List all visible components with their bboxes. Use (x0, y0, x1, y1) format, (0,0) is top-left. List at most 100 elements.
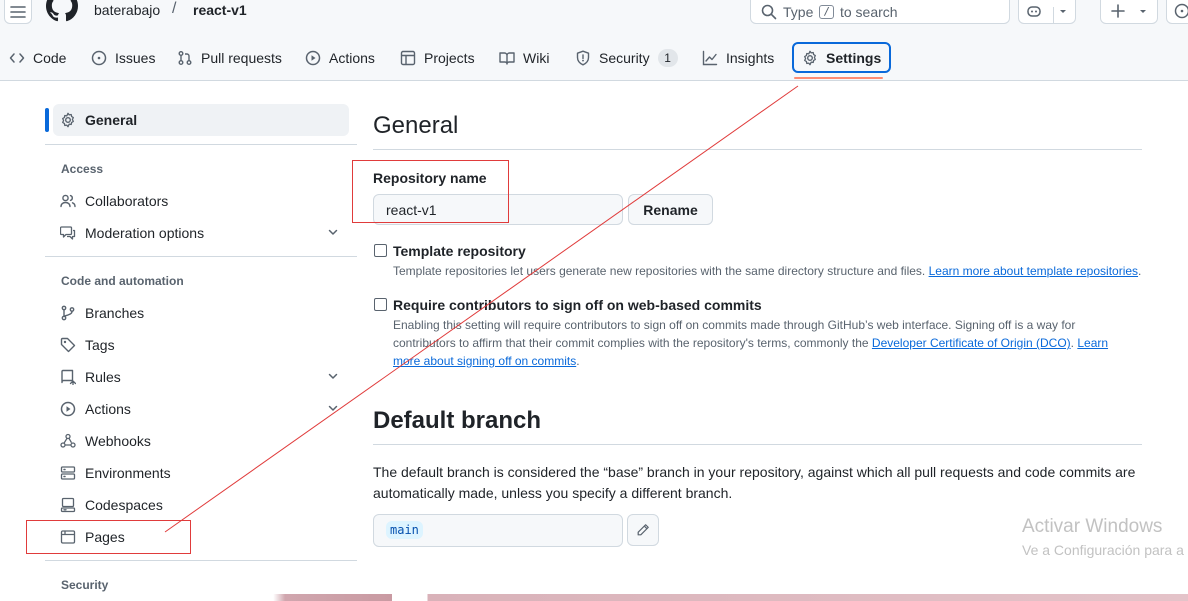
signoff-desc-line2: contributors to affirm that their commit… (393, 336, 869, 350)
sidebar-heading-security: Security (61, 578, 109, 592)
tab-security[interactable]: Security 1 (567, 42, 686, 73)
tab-actions[interactable]: Actions (297, 42, 383, 73)
security-count-badge: 1 (657, 48, 678, 67)
search-input[interactable]: Type / to search (750, 0, 1010, 24)
button-divider (1053, 7, 1054, 23)
book-icon (499, 51, 515, 65)
signoff-desc-end: . (576, 354, 580, 368)
sidebar-item-webhooks[interactable]: Webhooks (53, 425, 349, 457)
signoff-desc-mid: . (1070, 336, 1074, 350)
template-repository-checkbox[interactable] (374, 244, 387, 257)
windows-activation-watermark-subtitle: Ve a Configuración para a (1022, 542, 1184, 558)
git-branch-icon (61, 305, 75, 321)
tab-pull-requests[interactable]: Pull requests (169, 42, 290, 73)
repo-push-icon (61, 369, 76, 385)
tab-label: Pull requests (201, 49, 282, 66)
breadcrumb-repo[interactable]: react-v1 (193, 2, 247, 18)
signoff-desc-line1: Enabling this setting will require contr… (393, 318, 1076, 332)
sidebar-heading-code-automation: Code and automation (61, 274, 184, 288)
copilot-button[interactable] (1018, 0, 1076, 24)
desktop-taskbar-strip (0, 594, 1188, 601)
sidebar-item-label: Tags (85, 337, 115, 353)
tab-label: Wiki (523, 49, 550, 66)
template-learn-more-link[interactable]: Learn more about template repositories (929, 264, 1138, 278)
issue-opened-icon (91, 50, 107, 65)
chevron-down-icon (328, 229, 338, 235)
gear-icon (62, 112, 74, 128)
tag-icon (60, 337, 76, 353)
sidebar-item-actions[interactable]: Actions (53, 393, 349, 425)
default-branch-field: main (373, 514, 623, 547)
sidebar-heading-access: Access (61, 162, 104, 176)
breadcrumb-owner[interactable]: baterabajo (94, 2, 160, 18)
search-shortcut-key: / (819, 5, 834, 19)
table-icon (400, 50, 416, 65)
edit-default-branch-button[interactable] (627, 514, 659, 546)
shield-icon (576, 50, 590, 65)
signoff-learn-more-link-part2[interactable]: more about signing off on commits (393, 354, 576, 368)
tab-label: Insights (726, 49, 775, 66)
comment-discussion-icon (60, 226, 76, 240)
git-pull-request-icon (178, 50, 192, 65)
signoff-description: Enabling this setting will require contr… (393, 316, 1133, 370)
sidebar-item-label: Branches (85, 305, 145, 321)
annotation-box-pages (26, 520, 191, 554)
play-icon (60, 401, 76, 417)
sidebar-item-label: Environments (85, 465, 171, 481)
tab-label: Projects (424, 49, 475, 66)
breadcrumb-separator: / (172, 0, 177, 17)
tab-label: Settings (826, 49, 882, 66)
tab-code[interactable]: Code (1, 42, 74, 73)
template-repository-label: Template repository (393, 243, 526, 259)
sidebar-item-tags[interactable]: Tags (53, 329, 349, 361)
tab-label: Actions (329, 49, 375, 66)
tab-label: Security (599, 49, 650, 66)
sidebar-item-label: Rules (85, 369, 121, 385)
tab-projects[interactable]: Projects (392, 42, 483, 73)
sidebar-item-general[interactable]: General (53, 104, 349, 136)
sidebar-item-branches[interactable]: Branches (53, 297, 349, 329)
create-new-button[interactable] (1100, 0, 1158, 24)
github-logo-icon[interactable] (46, 0, 78, 22)
dco-link[interactable]: Developer Certificate of Origin (DCO) (872, 336, 1071, 350)
sidebar-item-codespaces[interactable]: Codespaces (53, 489, 349, 521)
sidebar-divider (45, 144, 357, 145)
server-icon (60, 466, 76, 480)
sidebar-item-moderation-options[interactable]: Moderation options (53, 217, 349, 249)
sidebar-item-label: Actions (85, 401, 131, 417)
issues-shortcut-button[interactable] (1166, 0, 1188, 24)
annotation-box-repository-name (352, 160, 509, 223)
tab-settings[interactable]: Settings (792, 42, 892, 73)
signoff-learn-more-link-part1[interactable]: Learn (1077, 336, 1108, 350)
sidebar-divider (45, 560, 357, 561)
codespaces-icon (60, 497, 76, 513)
rename-button[interactable]: Rename (628, 194, 713, 225)
menu-button[interactable] (4, 0, 32, 24)
sidebar-item-collaborators[interactable]: Collaborators (53, 185, 349, 217)
template-repository-description: Template repositories let users generate… (393, 262, 1141, 280)
sidebar-active-indicator (45, 108, 49, 132)
code-icon (9, 52, 25, 63)
tab-issues[interactable]: Issues (83, 42, 163, 73)
sidebar-item-label: Collaborators (85, 193, 169, 209)
signoff-checkbox[interactable] (374, 298, 387, 311)
template-desc-text: Template repositories let users generate… (393, 264, 926, 278)
copilot-icon (1027, 6, 1041, 17)
tab-wiki[interactable]: Wiki (491, 42, 557, 73)
page-title: General (373, 112, 459, 139)
default-branch-title: Default branch (373, 407, 542, 434)
hamburger-icon (10, 6, 26, 18)
repo-header: baterabajo / react-v1 Type / to search C… (0, 0, 1188, 81)
tab-label: Issues (115, 49, 156, 66)
tab-label: Code (33, 49, 67, 66)
sidebar-item-label: Webhooks (85, 433, 151, 449)
tab-insights[interactable]: Insights (694, 42, 782, 73)
sidebar-divider (45, 256, 357, 257)
signoff-label: Require contributors to sign off on web-… (393, 297, 762, 313)
section-divider (373, 444, 1142, 445)
chevron-down-icon (1140, 10, 1146, 13)
people-icon (60, 194, 76, 208)
sidebar-item-rules[interactable]: Rules (53, 361, 349, 393)
sidebar-item-label: General (85, 112, 138, 128)
sidebar-item-environments[interactable]: Environments (53, 457, 349, 489)
